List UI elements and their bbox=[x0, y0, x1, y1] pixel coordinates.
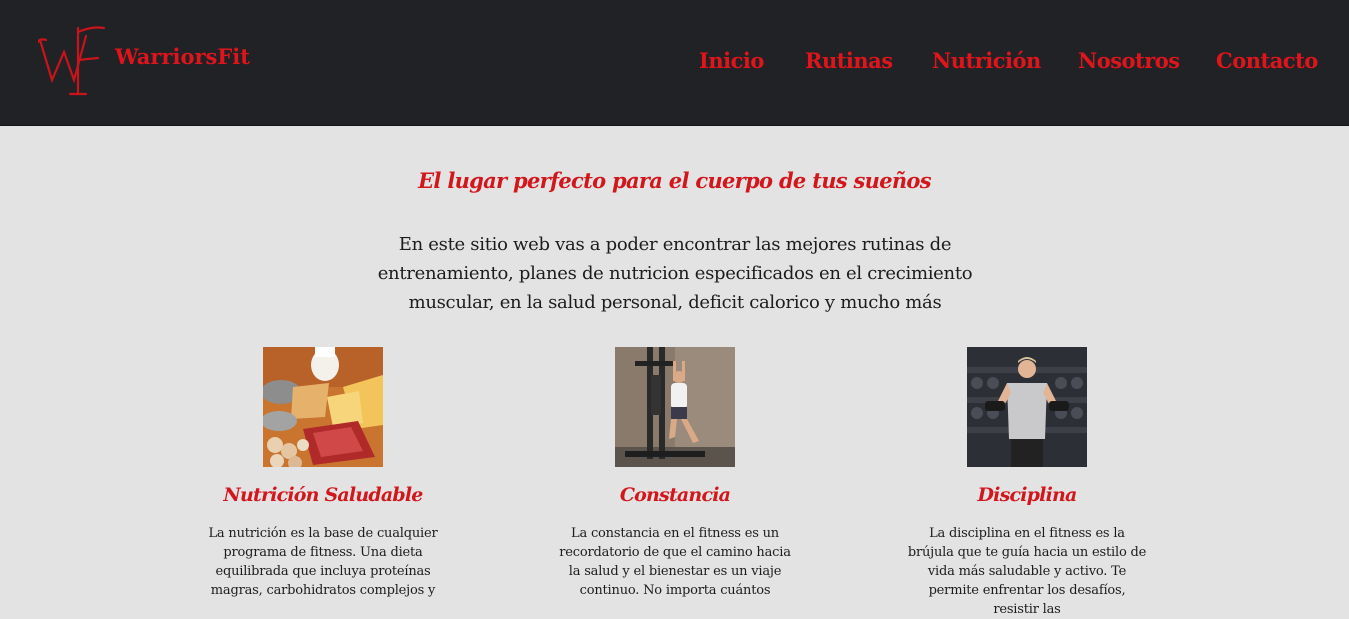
card-text: La disciplina en el fitness es la brújul… bbox=[907, 526, 1147, 617]
hero-tagline: El lugar perfecto para el cuerpo de tus … bbox=[418, 168, 931, 193]
nav-link-rutinas[interactable]: Rutinas bbox=[805, 48, 893, 73]
dumbbell-curl-athlete-image bbox=[967, 347, 1087, 467]
card-text: La constancia en el fitness es un record… bbox=[559, 526, 791, 598]
nav-link-nosotros[interactable]: Nosotros bbox=[1078, 48, 1180, 73]
pull-up-workout-image bbox=[615, 347, 735, 467]
card-title: Constancia bbox=[619, 484, 731, 506]
healthy-food-image bbox=[263, 347, 383, 467]
nav-link-contacto[interactable]: Contacto bbox=[1216, 48, 1318, 73]
card-title: Disciplina bbox=[977, 484, 1077, 506]
nav-link-inicio[interactable]: Inicio bbox=[699, 48, 764, 73]
card-text: La nutrición es la base de cualquier pro… bbox=[208, 526, 438, 598]
card-title: Nutrición Saludable bbox=[223, 484, 423, 506]
main-nav: Inicio Rutinas Nutrición Nosotros Contac… bbox=[0, 48, 1349, 78]
site-header: WarriorsFit Inicio Rutinas Nutrición Nos… bbox=[0, 0, 1349, 126]
hero-intro: En este sitio web vas a poder encontrar … bbox=[377, 234, 973, 313]
nav-link-nutricion[interactable]: Nutrición bbox=[932, 48, 1041, 73]
